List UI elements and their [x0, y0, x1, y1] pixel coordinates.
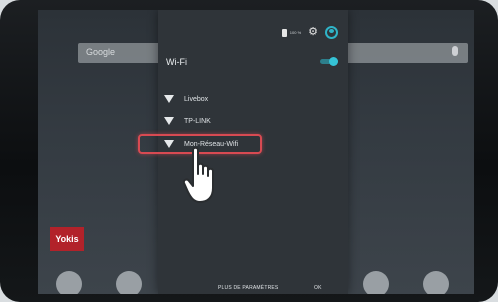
wifi-network-name: TP-LINK: [184, 117, 211, 125]
wifi-network-name: Livebox: [184, 95, 209, 103]
status-bar: 100 % ⚙: [281, 26, 338, 39]
pointing-hand-icon: [183, 146, 214, 203]
dock-app-icon[interactable]: [116, 271, 142, 294]
search-placeholder: Google: [86, 47, 116, 57]
gear-icon[interactable]: ⚙: [308, 27, 318, 38]
wifi-icon: [164, 117, 175, 126]
dock-app-icon[interactable]: [363, 271, 389, 294]
dock-app-icon[interactable]: [56, 271, 82, 294]
wifi-network-item[interactable]: TP-LINK: [164, 113, 211, 129]
user-icon[interactable]: [325, 26, 338, 39]
more-settings-button[interactable]: PLUS DE PARAMÈTRES: [218, 285, 278, 291]
ok-button[interactable]: OK: [314, 285, 322, 291]
yokis-app-icon[interactable]: Yokis: [50, 227, 84, 251]
dock-app-icon[interactable]: [423, 271, 449, 294]
battery-percentage: 100 %: [289, 30, 302, 35]
wifi-title: Wi-Fi: [166, 57, 187, 67]
wifi-icon: [164, 95, 175, 104]
battery-icon: [281, 28, 287, 37]
wifi-toggle[interactable]: [320, 57, 338, 66]
microphone-icon[interactable]: [452, 46, 458, 56]
wifi-network-item[interactable]: Livebox: [164, 91, 208, 107]
toggle-knob: [329, 57, 338, 66]
